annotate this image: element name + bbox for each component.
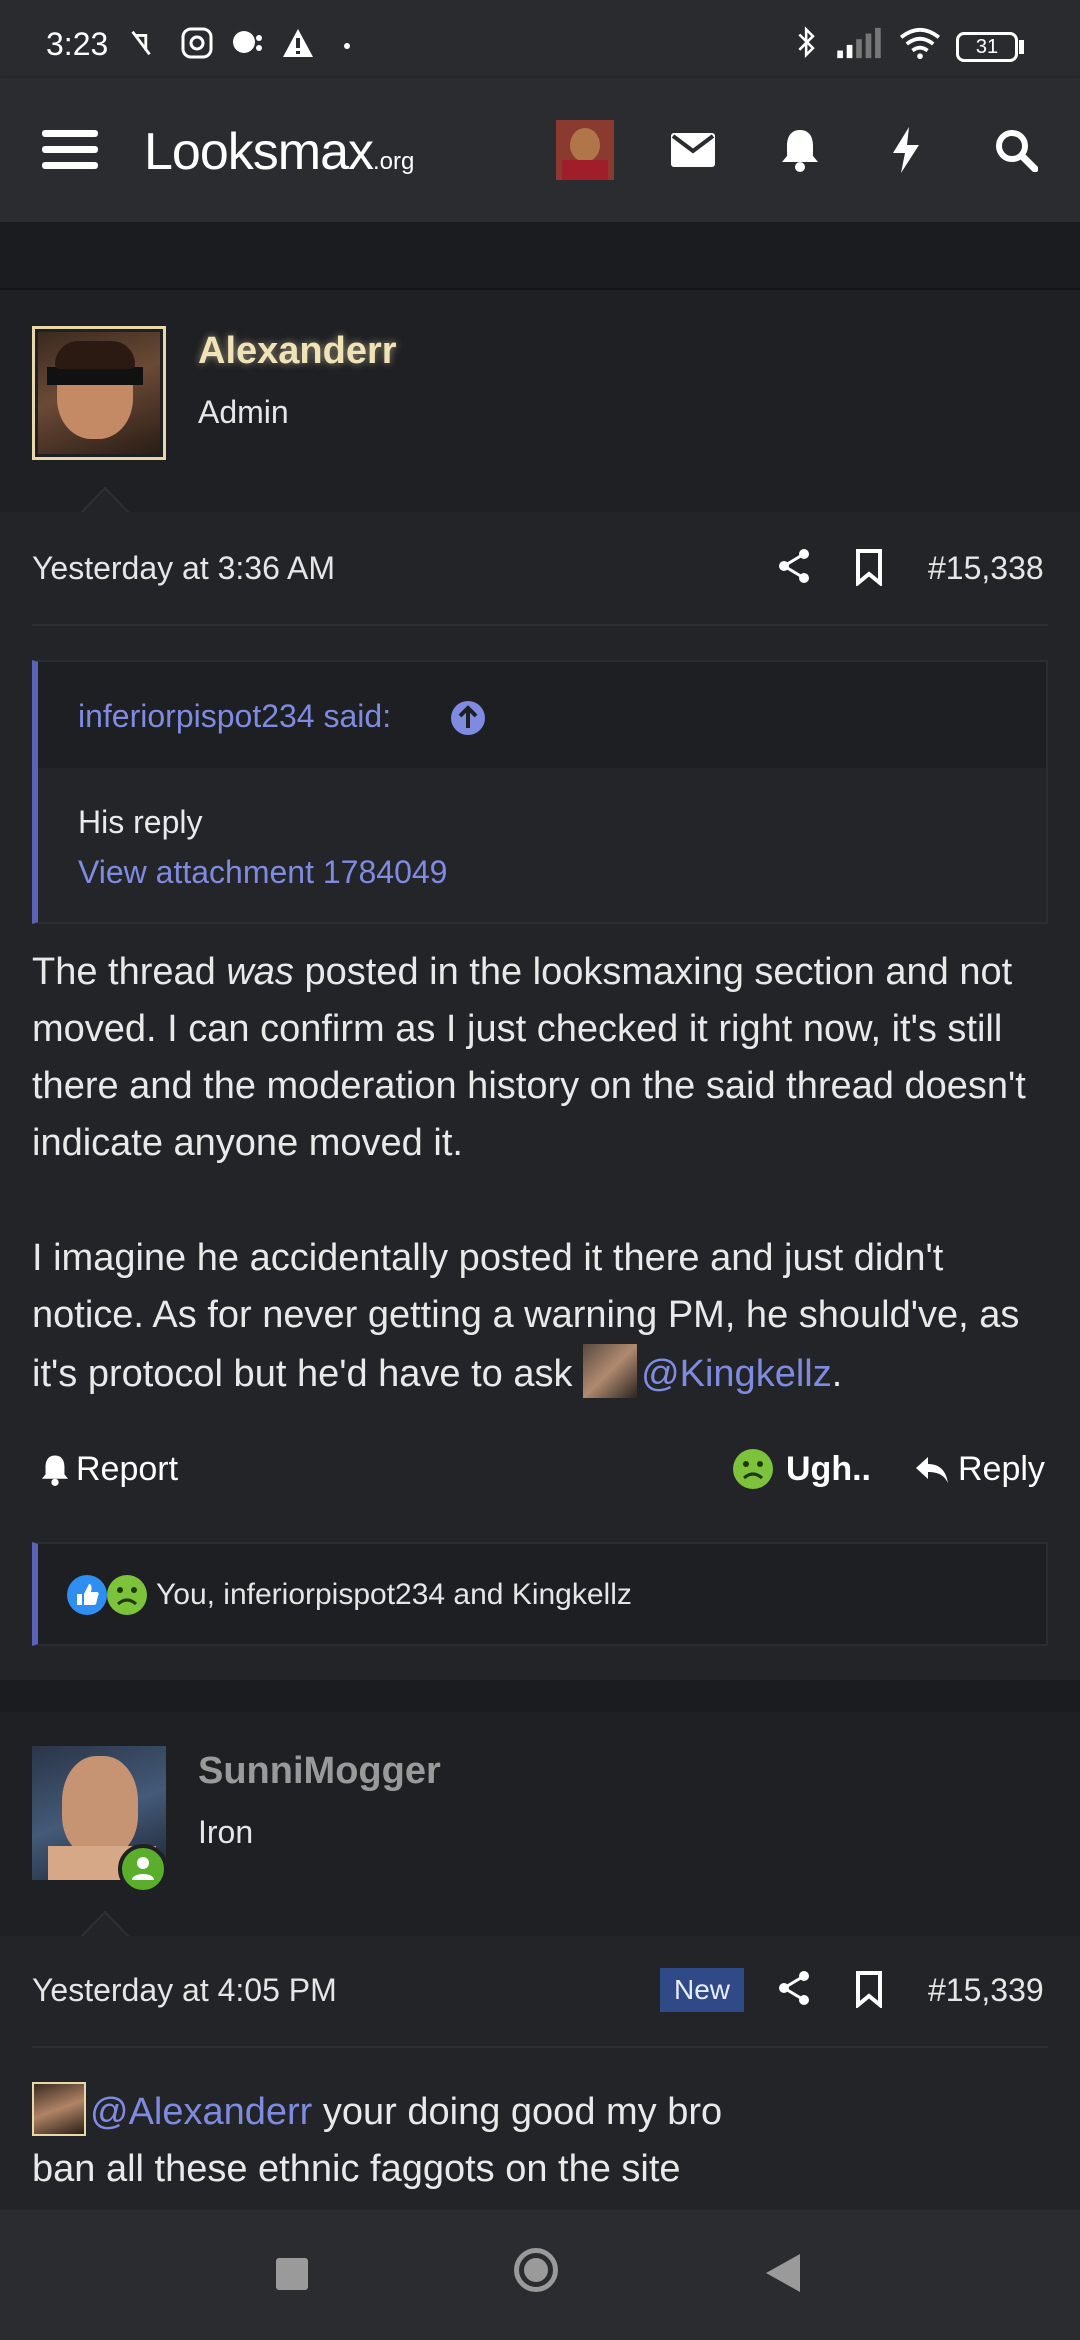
status-time: 3:23 [46, 26, 109, 62]
battery-level: 31 [975, 35, 999, 58]
arrow-up-circle-icon[interactable] [450, 700, 486, 736]
wifi-icon [899, 27, 941, 60]
page-spacer [0, 222, 1080, 290]
attachment-link[interactable]: View attachment 1784049 [78, 854, 447, 891]
post-user-header: SunniMogger Iron [0, 1712, 1080, 1938]
back-button[interactable] [764, 2252, 802, 2294]
battery-tip [1019, 40, 1024, 54]
recents-button[interactable] [276, 2258, 308, 2290]
status-bar: 3:23 31 [0, 0, 1080, 78]
envelope-icon[interactable] [661, 118, 725, 182]
quote-text: His reply [78, 804, 203, 840]
quote-author-link[interactable]: inferiorpispot234 said: [78, 698, 391, 735]
post-paragraph-1: @Alexanderr your doing good my bro ban a… [32, 2082, 1062, 2198]
warning-icon [283, 29, 313, 57]
divider [32, 2046, 1048, 2048]
new-badge: New [660, 1968, 745, 2012]
username[interactable]: Alexanderr [198, 330, 397, 373]
text-span: The thread [32, 951, 227, 993]
reply-label: Reply [958, 1450, 1045, 1488]
text-span: your doing good my bro [312, 2091, 723, 2133]
post-date[interactable]: Yesterday at 3:36 AM [32, 550, 335, 587]
bookmark-icon[interactable] [854, 548, 884, 586]
post-separator [0, 1680, 1080, 1712]
sick-face-icon [733, 1449, 773, 1489]
site-logo[interactable]: Looksmax.org [144, 122, 414, 182]
text-span: I imagine he accidentally posted it ther… [32, 1237, 1020, 1395]
reply-icon [916, 1456, 948, 1483]
user-avatar[interactable] [556, 120, 614, 180]
battery-icon: 31 [956, 32, 1018, 62]
logo-suffix: .org [373, 148, 415, 175]
post-paragraph-1: The thread was posted in the looksmaxing… [32, 944, 1052, 1172]
mention-avatar [32, 2082, 86, 2136]
lightning-icon[interactable] [874, 118, 938, 182]
system-nav-bar [0, 2210, 1080, 2340]
search-icon[interactable] [984, 118, 1048, 182]
bluetooth-icon [798, 26, 815, 58]
quote-block: inferiorpispot234 said: His reply View a… [32, 660, 1048, 924]
reaction-button[interactable]: Ugh.. [732, 1448, 871, 1490]
like-icon [67, 1575, 107, 1615]
emphasis-text: was [226, 951, 294, 993]
home-dot [524, 2258, 548, 2282]
reply-button[interactable]: Reply [914, 1450, 1045, 1489]
header-pointer [80, 486, 130, 514]
bell-icon[interactable] [768, 118, 832, 182]
header-pointer [80, 1910, 130, 1938]
post-date[interactable]: Yesterday at 4:05 PM [32, 1972, 337, 2009]
mention-avatar [583, 1344, 638, 1398]
chat-bubble-icon [233, 31, 262, 53]
instagram-icon [181, 27, 213, 59]
post-number[interactable]: #15,339 [928, 1972, 1044, 2009]
logo-text: Looksmax [144, 123, 374, 181]
mention-link[interactable]: @Alexanderr [90, 2091, 312, 2133]
report-button[interactable]: Report [40, 1450, 178, 1489]
mention-link[interactable]: @Kingkellz [641, 1353, 832, 1395]
username[interactable]: SunniMogger [198, 1750, 441, 1793]
home-button[interactable] [514, 2248, 558, 2292]
avatar[interactable] [32, 326, 166, 460]
online-status-icon [118, 1844, 168, 1894]
user-role: Iron [198, 1814, 254, 1850]
divider [32, 624, 1048, 626]
menu-icon[interactable] [38, 118, 102, 182]
vibrate-off-icon [131, 30, 151, 56]
bell-icon [41, 1454, 69, 1486]
share-icon[interactable] [776, 548, 812, 584]
reactions-summary[interactable]: You, inferiorpispot234 and Kingkellz [32, 1542, 1048, 1646]
post-paragraph-2: I imagine he accidentally posted it ther… [32, 1230, 1062, 1403]
signal-icon [837, 27, 881, 59]
post-number[interactable]: #15,338 [928, 550, 1044, 587]
top-navbar: Looksmax.org [0, 78, 1080, 222]
text-span: . [831, 1353, 843, 1395]
share-icon[interactable] [776, 1970, 812, 2006]
text-span: ban all these ethnic faggots on the site [32, 2148, 681, 2190]
dot-icon [344, 43, 350, 49]
bookmark-icon[interactable] [854, 1970, 884, 2008]
report-label: Report [76, 1450, 179, 1488]
user-role: Admin [198, 394, 289, 430]
reactions-text: You, inferiorpispot234 and Kingkellz [156, 1578, 632, 1611]
reaction-label: Ugh.. [786, 1449, 871, 1488]
sick-face-icon [107, 1575, 147, 1615]
post-user-header: Alexanderr Admin [0, 290, 1080, 514]
